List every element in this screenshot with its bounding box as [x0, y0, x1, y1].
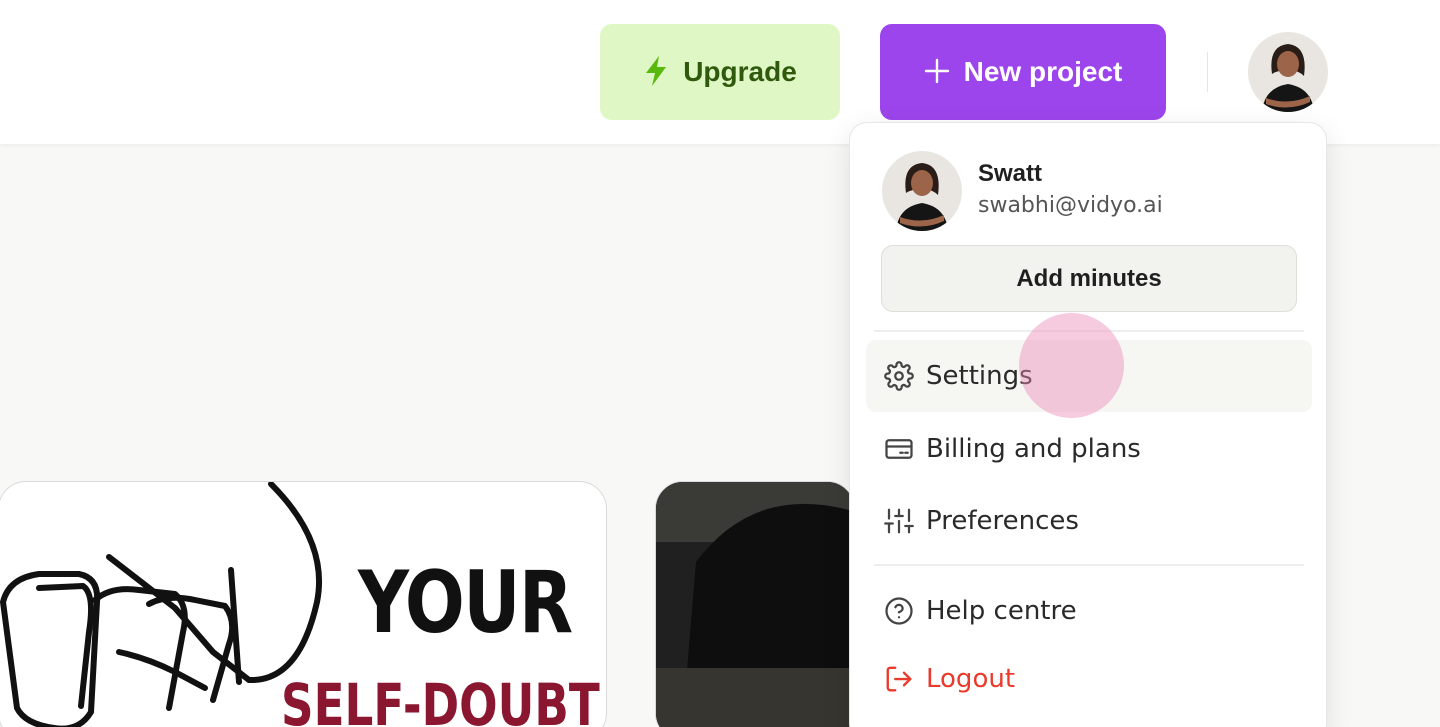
new-project-button[interactable]: New project	[880, 24, 1166, 120]
help-circle-icon	[883, 596, 914, 627]
credit-card-icon	[883, 434, 914, 465]
menu-item-billing[interactable]: Billing and plans	[866, 413, 1312, 485]
menu-divider	[874, 564, 1304, 566]
user-avatar-button[interactable]	[1248, 32, 1328, 112]
add-minutes-button[interactable]: Add minutes	[881, 245, 1297, 312]
menu-item-settings[interactable]: Settings	[866, 340, 1312, 412]
thumbnail-text-line1: YOUR	[358, 553, 573, 653]
user-email: swabhi@vidyo.ai	[978, 193, 1163, 218]
menu-item-label: Billing and plans	[926, 434, 1141, 464]
new-project-label: New project	[963, 56, 1123, 87]
upgrade-label: Upgrade	[683, 56, 797, 87]
thumbnail-text-line2: SELF-DOUBT	[281, 671, 600, 727]
sliders-icon	[883, 506, 914, 537]
plus-icon	[924, 58, 950, 87]
gear-icon	[883, 361, 914, 392]
menu-item-logout[interactable]: Logout	[866, 643, 1312, 715]
header-divider	[1207, 52, 1208, 92]
menu-divider	[874, 330, 1304, 332]
upgrade-button[interactable]: Upgrade	[600, 24, 840, 120]
menu-item-label: Help centre	[926, 596, 1077, 626]
logout-icon	[883, 664, 914, 695]
user-name: Swatt	[978, 160, 1043, 187]
menu-item-help-centre[interactable]: Help centre	[866, 575, 1312, 647]
project-card-2[interactable]	[655, 481, 855, 727]
menu-item-label: Preferences	[926, 506, 1079, 536]
account-dropdown-menu: Swatt swabhi@vidyo.ai Add minutes Settin…	[849, 122, 1327, 727]
menu-item-label: Logout	[926, 664, 1016, 694]
lightning-icon	[643, 55, 669, 90]
avatar	[882, 151, 962, 231]
add-minutes-label: Add minutes	[1016, 264, 1162, 292]
menu-item-label: Settings	[926, 361, 1033, 391]
menu-item-preferences[interactable]: Preferences	[866, 485, 1312, 557]
